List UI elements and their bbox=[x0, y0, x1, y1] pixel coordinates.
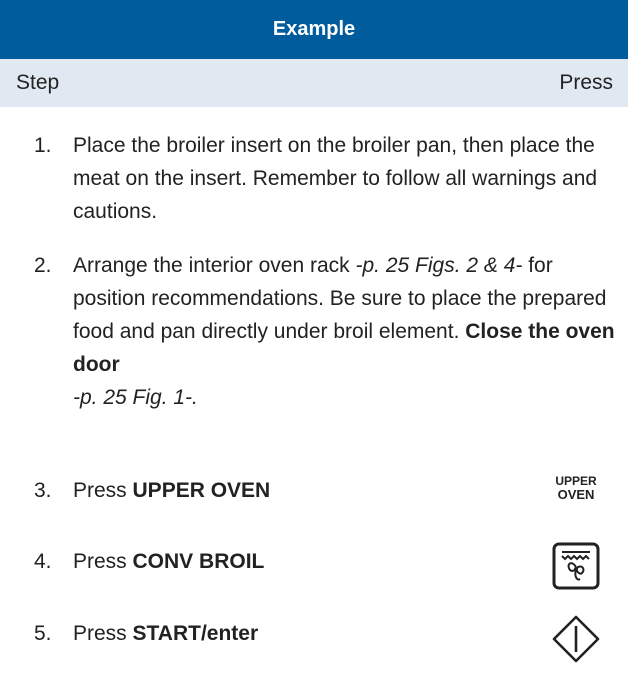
conv-broil-icon bbox=[552, 542, 600, 590]
upper-oven-key-icon: UPPER OVEN bbox=[546, 474, 606, 502]
page-reference: -p. 25 Figs. 2 & 4- bbox=[355, 254, 523, 277]
column-header: Step Press bbox=[0, 59, 628, 107]
step-1: 1. Place the broiler insert on the broil… bbox=[0, 129, 620, 228]
page-reference: -p. 25 Fig. 1-. bbox=[73, 386, 198, 409]
example-header: Example bbox=[0, 0, 628, 59]
step-emphasis: START/enter bbox=[132, 622, 259, 645]
press-column-label: Press bbox=[559, 71, 613, 94]
step-number: 4. bbox=[34, 550, 52, 573]
step-text: Press CONV BROIL bbox=[73, 545, 620, 578]
upper-oven-key-line2: OVEN bbox=[557, 487, 595, 502]
step-5: 5. Press START/enter bbox=[0, 617, 620, 650]
step-column-label: Step bbox=[16, 71, 60, 94]
step-3: 3. Press UPPER OVEN bbox=[0, 474, 620, 507]
step-text-part: Press bbox=[73, 479, 133, 502]
step-number: 2. bbox=[34, 254, 52, 277]
step-number: 5. bbox=[34, 622, 52, 645]
step-text: Press START/enter bbox=[73, 617, 620, 650]
step-text: Press UPPER OVEN bbox=[73, 474, 620, 507]
step-emphasis: CONV BROIL bbox=[132, 550, 265, 573]
step-text: Arrange the interior oven rack -p. 25 Fi… bbox=[73, 249, 620, 414]
step-text-part: Press bbox=[73, 550, 133, 573]
step-2: 2. Arrange the interior oven rack -p. 25… bbox=[0, 249, 620, 414]
step-text-part: Arrange the interior oven rack bbox=[73, 254, 356, 277]
upper-oven-key-line1: UPPER bbox=[555, 474, 597, 488]
step-text-part: Press bbox=[73, 622, 133, 645]
step-emphasis: UPPER OVEN bbox=[132, 479, 271, 502]
header-title: Example bbox=[272, 18, 356, 40]
step-number: 1. bbox=[34, 134, 52, 157]
step-text: Place the broiler insert on the broiler … bbox=[73, 134, 598, 223]
start-icon bbox=[552, 615, 600, 663]
step-4: 4. Press CONV BROIL bbox=[0, 545, 620, 578]
step-number: 3. bbox=[34, 479, 52, 502]
